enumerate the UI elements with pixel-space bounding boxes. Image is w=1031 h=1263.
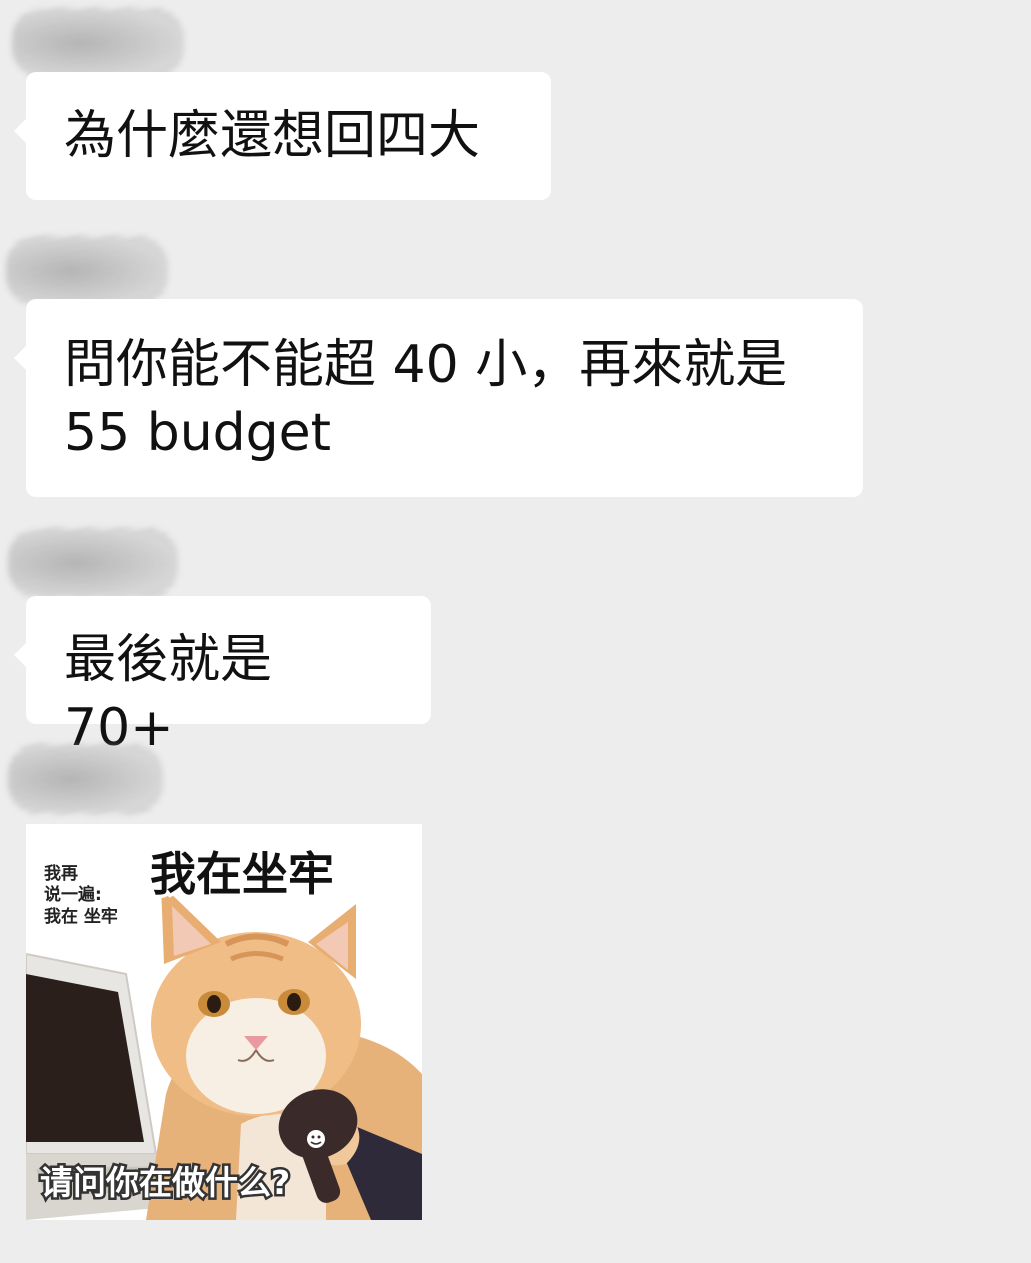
sender-name-blurred: [6, 236, 168, 306]
message-bubble[interactable]: 問你能不能超 40 小，再來就是 55 budget: [14, 299, 863, 497]
sticker-image[interactable]: 我在坐牢 我再 说一遍: 我在 坐牢 请问你在做什么?: [26, 824, 422, 1220]
sender-name-blurred: [8, 744, 163, 814]
cat-sticker-illustration: 我在坐牢 我再 说一遍: 我在 坐牢 请问你在做什么?: [26, 824, 422, 1220]
sticker-caption-side: 我在 坐牢: [44, 906, 118, 927]
message-text: 問你能不能超 40 小，再來就是 55 budget: [64, 335, 788, 463]
sender-name-blurred: [12, 8, 184, 78]
message-bubble[interactable]: 為什麼還想回四大: [14, 72, 551, 200]
sticker-caption-side: 我再: [44, 864, 78, 884]
sticker-caption-bottom: 请问你在做什么?: [40, 1163, 290, 1202]
message-text: 最後就是 70+: [64, 630, 289, 758]
sender-name-blurred: [8, 528, 178, 598]
sticker-caption-side: 说一遍:: [44, 884, 102, 905]
message-bubble[interactable]: 最後就是 70+: [14, 596, 431, 758]
sticker-caption-top: 我在坐牢: [150, 847, 334, 901]
message-text: 為什麼還想回四大: [64, 106, 481, 166]
